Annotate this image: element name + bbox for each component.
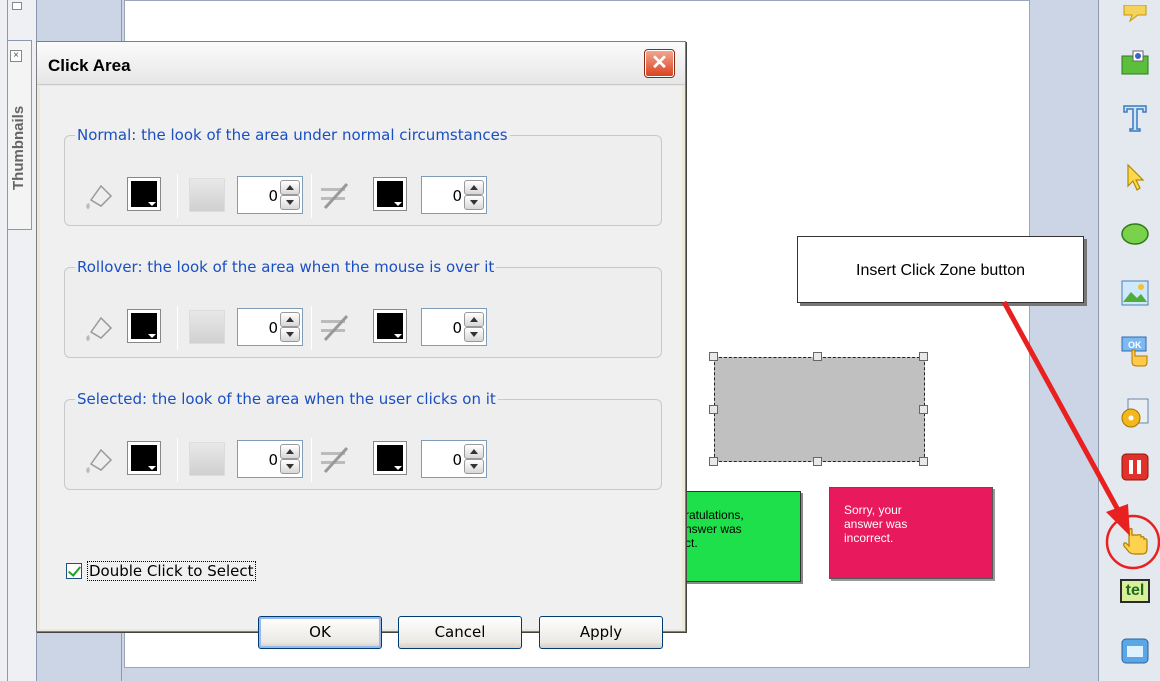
spin-up-button[interactable] bbox=[464, 180, 484, 195]
separator bbox=[311, 174, 312, 218]
fill-bucket-icon bbox=[86, 448, 113, 473]
click-zone-icon[interactable] bbox=[1120, 526, 1150, 556]
resize-handle[interactable] bbox=[919, 457, 928, 466]
animation-icon[interactable] bbox=[1120, 398, 1150, 428]
transparency-stepper[interactable]: 0 bbox=[237, 440, 303, 478]
separator bbox=[177, 306, 178, 350]
app-window: × Thumbnails ratulations, nswer was ct. … bbox=[0, 0, 1160, 681]
resize-handle[interactable] bbox=[709, 405, 718, 414]
incorrect-feedback-text: Sorry, your answer was incorrect. bbox=[844, 503, 908, 545]
fill-color-picker[interactable] bbox=[127, 441, 161, 475]
correct-feedback-caption[interactable]: ratulations, nswer was ct. bbox=[670, 491, 801, 582]
resize-handle[interactable] bbox=[813, 457, 822, 466]
ok-button[interactable]: OK bbox=[258, 616, 382, 649]
spin-down-button[interactable] bbox=[280, 327, 300, 342]
fill-bucket-icon bbox=[86, 316, 113, 341]
callout-text: Insert Click Zone button bbox=[856, 262, 1025, 279]
fill-color-picker[interactable] bbox=[127, 309, 161, 343]
pause-icon[interactable] bbox=[1120, 452, 1150, 482]
apply-button[interactable]: Apply bbox=[539, 616, 663, 649]
thumbnails-panel: × Thumbnails bbox=[0, 0, 37, 681]
group-legend: Normal: the look of the area under norma… bbox=[77, 126, 508, 144]
restore-icon[interactable] bbox=[12, 2, 22, 10]
separator bbox=[177, 174, 178, 218]
separator bbox=[311, 438, 312, 482]
spin-up-button[interactable] bbox=[280, 312, 300, 327]
double-click-checkbox[interactable] bbox=[66, 563, 82, 579]
transparency-stepper[interactable]: 0 bbox=[237, 176, 303, 214]
cancel-button[interactable]: Cancel bbox=[398, 616, 522, 649]
incorrect-feedback-caption[interactable]: Sorry, your answer was incorrect. bbox=[829, 487, 993, 579]
separator bbox=[311, 306, 312, 350]
spin-up-button[interactable] bbox=[280, 444, 300, 459]
dialog-titlebar[interactable]: Click Area ✕ bbox=[37, 42, 685, 85]
transparency-value: 0 bbox=[268, 451, 278, 469]
spin-up-button[interactable] bbox=[464, 312, 484, 327]
line-style-icon bbox=[321, 446, 349, 474]
line-width-stepper[interactable]: 0 bbox=[421, 308, 487, 346]
group-legend: Selected: the look of the area when the … bbox=[77, 390, 496, 408]
caption-icon[interactable] bbox=[1120, 0, 1150, 30]
appearance-row: 0 0 bbox=[83, 438, 653, 482]
transparency-stepper[interactable]: 0 bbox=[237, 308, 303, 346]
resize-handle[interactable] bbox=[709, 352, 718, 361]
dialog-title: Click Area bbox=[48, 56, 131, 75]
thumbnails-label: Thumbnails bbox=[10, 105, 27, 190]
spin-down-button[interactable] bbox=[280, 459, 300, 474]
resize-handle[interactable] bbox=[813, 352, 822, 361]
line-width-value: 0 bbox=[452, 187, 462, 205]
shape-icon[interactable] bbox=[1120, 219, 1150, 249]
resize-handle[interactable] bbox=[919, 352, 928, 361]
text-entry-label: tel bbox=[1120, 579, 1150, 603]
spin-down-button[interactable] bbox=[464, 195, 484, 210]
line-style-icon bbox=[321, 182, 349, 210]
correct-feedback-text: ratulations, nswer was ct. bbox=[685, 508, 744, 550]
spin-up-button[interactable] bbox=[280, 180, 300, 195]
transparency-value: 0 bbox=[268, 187, 278, 205]
resize-handle[interactable] bbox=[709, 457, 718, 466]
line-width-stepper[interactable]: 0 bbox=[421, 440, 487, 478]
transparency-icon bbox=[189, 442, 225, 476]
window-icon[interactable] bbox=[1120, 636, 1150, 666]
normal-group: Normal: the look of the area under norma… bbox=[64, 126, 662, 226]
text-entry-icon[interactable]: tel bbox=[1120, 576, 1150, 606]
group-legend: Rollover: the look of the area when the … bbox=[77, 258, 495, 276]
callout-box: Insert Click Zone button bbox=[797, 236, 1084, 303]
spin-down-button[interactable] bbox=[464, 459, 484, 474]
appearance-row: 0 0 bbox=[83, 174, 653, 218]
line-color-picker[interactable] bbox=[373, 441, 407, 475]
fill-color-picker[interactable] bbox=[127, 177, 161, 211]
separator bbox=[177, 438, 178, 482]
line-width-stepper[interactable]: 0 bbox=[421, 176, 487, 214]
rollover-group: Rollover: the look of the area when the … bbox=[64, 258, 662, 358]
resize-handle[interactable] bbox=[919, 405, 928, 414]
text-icon[interactable] bbox=[1120, 103, 1150, 133]
transparency-value: 0 bbox=[268, 319, 278, 337]
selected-group: Selected: the look of the area when the … bbox=[64, 390, 662, 490]
spin-down-button[interactable] bbox=[280, 195, 300, 210]
spin-down-button[interactable] bbox=[464, 327, 484, 342]
image-icon[interactable] bbox=[1120, 278, 1150, 308]
svg-text:OK: OK bbox=[1128, 340, 1142, 350]
double-click-label[interactable]: Double Click to Select bbox=[87, 561, 256, 581]
line-color-picker[interactable] bbox=[373, 177, 407, 211]
transparency-icon bbox=[189, 178, 225, 212]
line-width-value: 0 bbox=[452, 451, 462, 469]
appearance-row: 0 0 bbox=[83, 306, 653, 350]
fill-bucket-icon bbox=[86, 184, 113, 209]
transparency-icon bbox=[189, 310, 225, 344]
button-icon[interactable]: OK bbox=[1120, 336, 1150, 367]
line-style-icon bbox=[321, 314, 349, 342]
click-area-dialog: Click Area ✕ Normal: the look of the are… bbox=[36, 41, 686, 649]
line-width-value: 0 bbox=[452, 319, 462, 337]
click-zone-selection[interactable] bbox=[714, 357, 925, 462]
close-icon[interactable]: ✕ bbox=[644, 49, 675, 78]
highlight-icon[interactable] bbox=[1120, 48, 1150, 78]
close-panel-icon[interactable]: × bbox=[10, 50, 22, 62]
dialog-body: Normal: the look of the area under norma… bbox=[40, 86, 682, 649]
spin-up-button[interactable] bbox=[464, 444, 484, 459]
pointer-icon[interactable] bbox=[1120, 162, 1150, 192]
line-color-picker[interactable] bbox=[373, 309, 407, 343]
